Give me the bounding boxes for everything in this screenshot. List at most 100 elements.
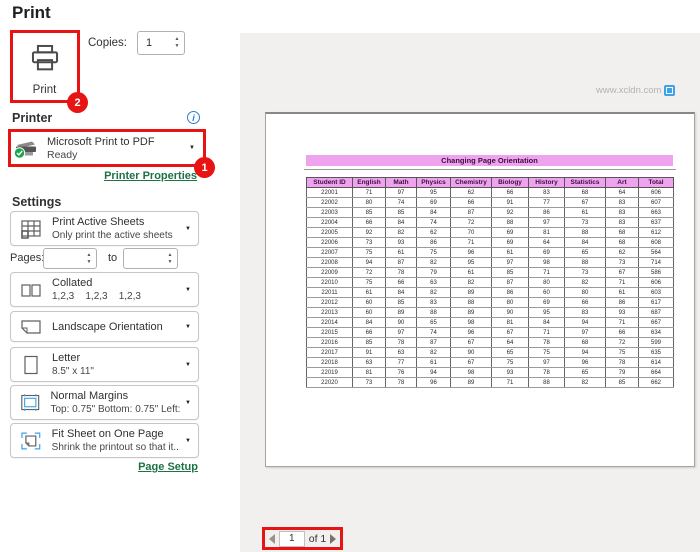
table-cell: 61 xyxy=(352,287,386,298)
print-backstage-view: Print Print 2 Copies: 1 ▲ ▼ Printer i Mi… xyxy=(0,0,700,552)
previous-page-icon[interactable] xyxy=(268,533,275,544)
table-cell: 63 xyxy=(416,277,451,288)
table-cell: 75 xyxy=(605,347,639,358)
setting-print-active-sheets[interactable]: Print Active Sheets Only print the activ… xyxy=(10,211,199,246)
table-cell: 606 xyxy=(638,277,674,288)
table-cell: 80 xyxy=(528,277,565,288)
table-cell: 69 xyxy=(491,237,529,248)
table-cell: 92 xyxy=(352,227,386,238)
table-cell: 73 xyxy=(352,377,386,388)
table-cell: 66 xyxy=(352,327,386,338)
setting-paper-size[interactable]: Letter 8.5" x 11" ▼ xyxy=(10,347,199,382)
table-cell: 77 xyxy=(385,357,417,368)
setting-scaling[interactable]: Fit Sheet on One Page Shrink the printou… xyxy=(10,423,199,458)
column-header: Art xyxy=(605,177,639,188)
table-cell: 85 xyxy=(385,207,417,218)
table-row: 22014 84 90 65 98 81 84 94 71 667 xyxy=(306,317,674,328)
setting-title: Normal Margins xyxy=(50,390,129,402)
current-page-input[interactable]: 1 xyxy=(278,530,305,547)
spinner-up-icon[interactable]: ▲ xyxy=(175,37,180,42)
table-cell: 88 xyxy=(528,377,565,388)
table-cell: 66 xyxy=(564,297,606,308)
table-row: 22020 73 78 96 89 71 88 82 85 662 xyxy=(306,377,674,388)
pages-from-input[interactable]: ▲ ▼ xyxy=(43,248,97,269)
table-cell: 90 xyxy=(450,347,492,358)
table-row: 22001 71 97 95 62 66 83 68 64 606 xyxy=(306,187,674,198)
table-cell: 22003 xyxy=(306,207,353,218)
spinner-down-icon[interactable]: ▼ xyxy=(168,259,173,265)
table-cell: 97 xyxy=(385,187,417,198)
spinner-up-icon[interactable]: ▲ xyxy=(168,252,173,258)
setting-orientation[interactable]: Landscape Orientation ▼ xyxy=(10,311,199,342)
table-cell: 73 xyxy=(564,267,606,278)
next-page-icon[interactable] xyxy=(330,533,337,544)
page-setup-link[interactable]: Page Setup xyxy=(8,461,198,473)
setting-title: Landscape Orientation xyxy=(52,320,163,333)
column-header: History xyxy=(528,177,565,188)
table-cell: 67 xyxy=(605,267,639,278)
table-row: 22015 66 97 74 96 67 71 97 66 634 xyxy=(306,327,674,338)
setting-title: Print Active Sheets xyxy=(52,216,145,228)
table-cell: 61 xyxy=(491,247,529,258)
page-title: Print xyxy=(12,3,51,22)
table-cell: 72 xyxy=(450,217,492,228)
spinner-down-icon[interactable]: ▼ xyxy=(175,44,180,49)
table-row: 22005 92 82 62 70 69 81 88 68 612 xyxy=(306,227,674,238)
copies-spin-arrows[interactable]: ▲ ▼ xyxy=(170,37,184,49)
table-row: 22011 61 84 82 89 86 60 80 61 603 xyxy=(306,287,674,298)
setting-collated[interactable]: Collated 1,2,3 1,2,3 1,2,3 ▼ xyxy=(10,272,199,307)
table-cell: 78 xyxy=(385,337,417,348)
table-cell: 75 xyxy=(528,347,565,358)
copies-stepper[interactable]: 1 ▲ ▼ xyxy=(137,31,185,55)
table-cell: 68 xyxy=(564,337,606,348)
table-cell: 64 xyxy=(528,237,565,248)
table-cell: 65 xyxy=(416,317,451,328)
table-cell: 67 xyxy=(450,357,492,368)
table-cell: 68 xyxy=(564,187,606,198)
pages-from-spin-arrows[interactable]: ▲ ▼ xyxy=(82,252,96,265)
table-cell: 97 xyxy=(385,327,417,338)
chevron-down-icon: ▼ xyxy=(185,225,191,232)
table-cell: 22010 xyxy=(306,277,353,288)
setting-margins[interactable]: Normal Margins Top: 0.75" Bottom: 0.75" … xyxy=(10,385,199,420)
table-cell: 84 xyxy=(416,207,451,218)
table-cell: 22011 xyxy=(306,287,353,298)
table-cell: 76 xyxy=(385,367,417,378)
table-cell: 667 xyxy=(638,317,674,328)
table-cell: 663 xyxy=(638,207,674,218)
table-cell: 66 xyxy=(352,217,386,228)
table-cell: 69 xyxy=(416,197,451,208)
table-cell: 61 xyxy=(416,357,451,368)
info-icon[interactable]: i xyxy=(187,111,200,124)
table-cell: 22020 xyxy=(306,377,353,388)
pages-to-spin-arrows[interactable]: ▲ ▼ xyxy=(163,252,177,265)
table-cell: 22019 xyxy=(306,367,353,378)
landscape-icon xyxy=(21,319,41,334)
table-cell: 634 xyxy=(638,327,674,338)
pages-to-input[interactable]: ▲ ▼ xyxy=(123,248,178,269)
table-cell: 82 xyxy=(416,287,451,298)
table-cell: 88 xyxy=(564,227,606,238)
printer-properties-link[interactable]: Printer Properties xyxy=(8,170,197,182)
table-cell: 93 xyxy=(605,307,639,318)
pages-to-label: to xyxy=(108,252,118,264)
sheet-grid-icon xyxy=(21,219,41,239)
table-cell: 635 xyxy=(638,347,674,358)
table-header-row: Student ID English Math Physics Chemistry Bio… xyxy=(306,177,674,188)
settings-section-label: Settings xyxy=(12,195,62,209)
table-cell: 84 xyxy=(385,217,417,228)
table-cell: 82 xyxy=(385,227,417,238)
spinner-down-icon[interactable]: ▼ xyxy=(87,259,92,265)
column-header: English xyxy=(352,177,386,188)
chevron-down-icon: ▼ xyxy=(185,437,191,444)
table-cell: 75 xyxy=(352,277,386,288)
setting-title: Collated xyxy=(52,277,93,289)
table-cell: 97 xyxy=(491,257,529,268)
table-cell: 69 xyxy=(491,227,529,238)
margins-icon xyxy=(21,393,40,411)
table-cell: 71 xyxy=(450,237,492,248)
table-cell: 82 xyxy=(416,347,451,358)
table-cell: 89 xyxy=(450,287,492,298)
collated-icon xyxy=(21,283,41,297)
spinner-up-icon[interactable]: ▲ xyxy=(87,252,92,258)
